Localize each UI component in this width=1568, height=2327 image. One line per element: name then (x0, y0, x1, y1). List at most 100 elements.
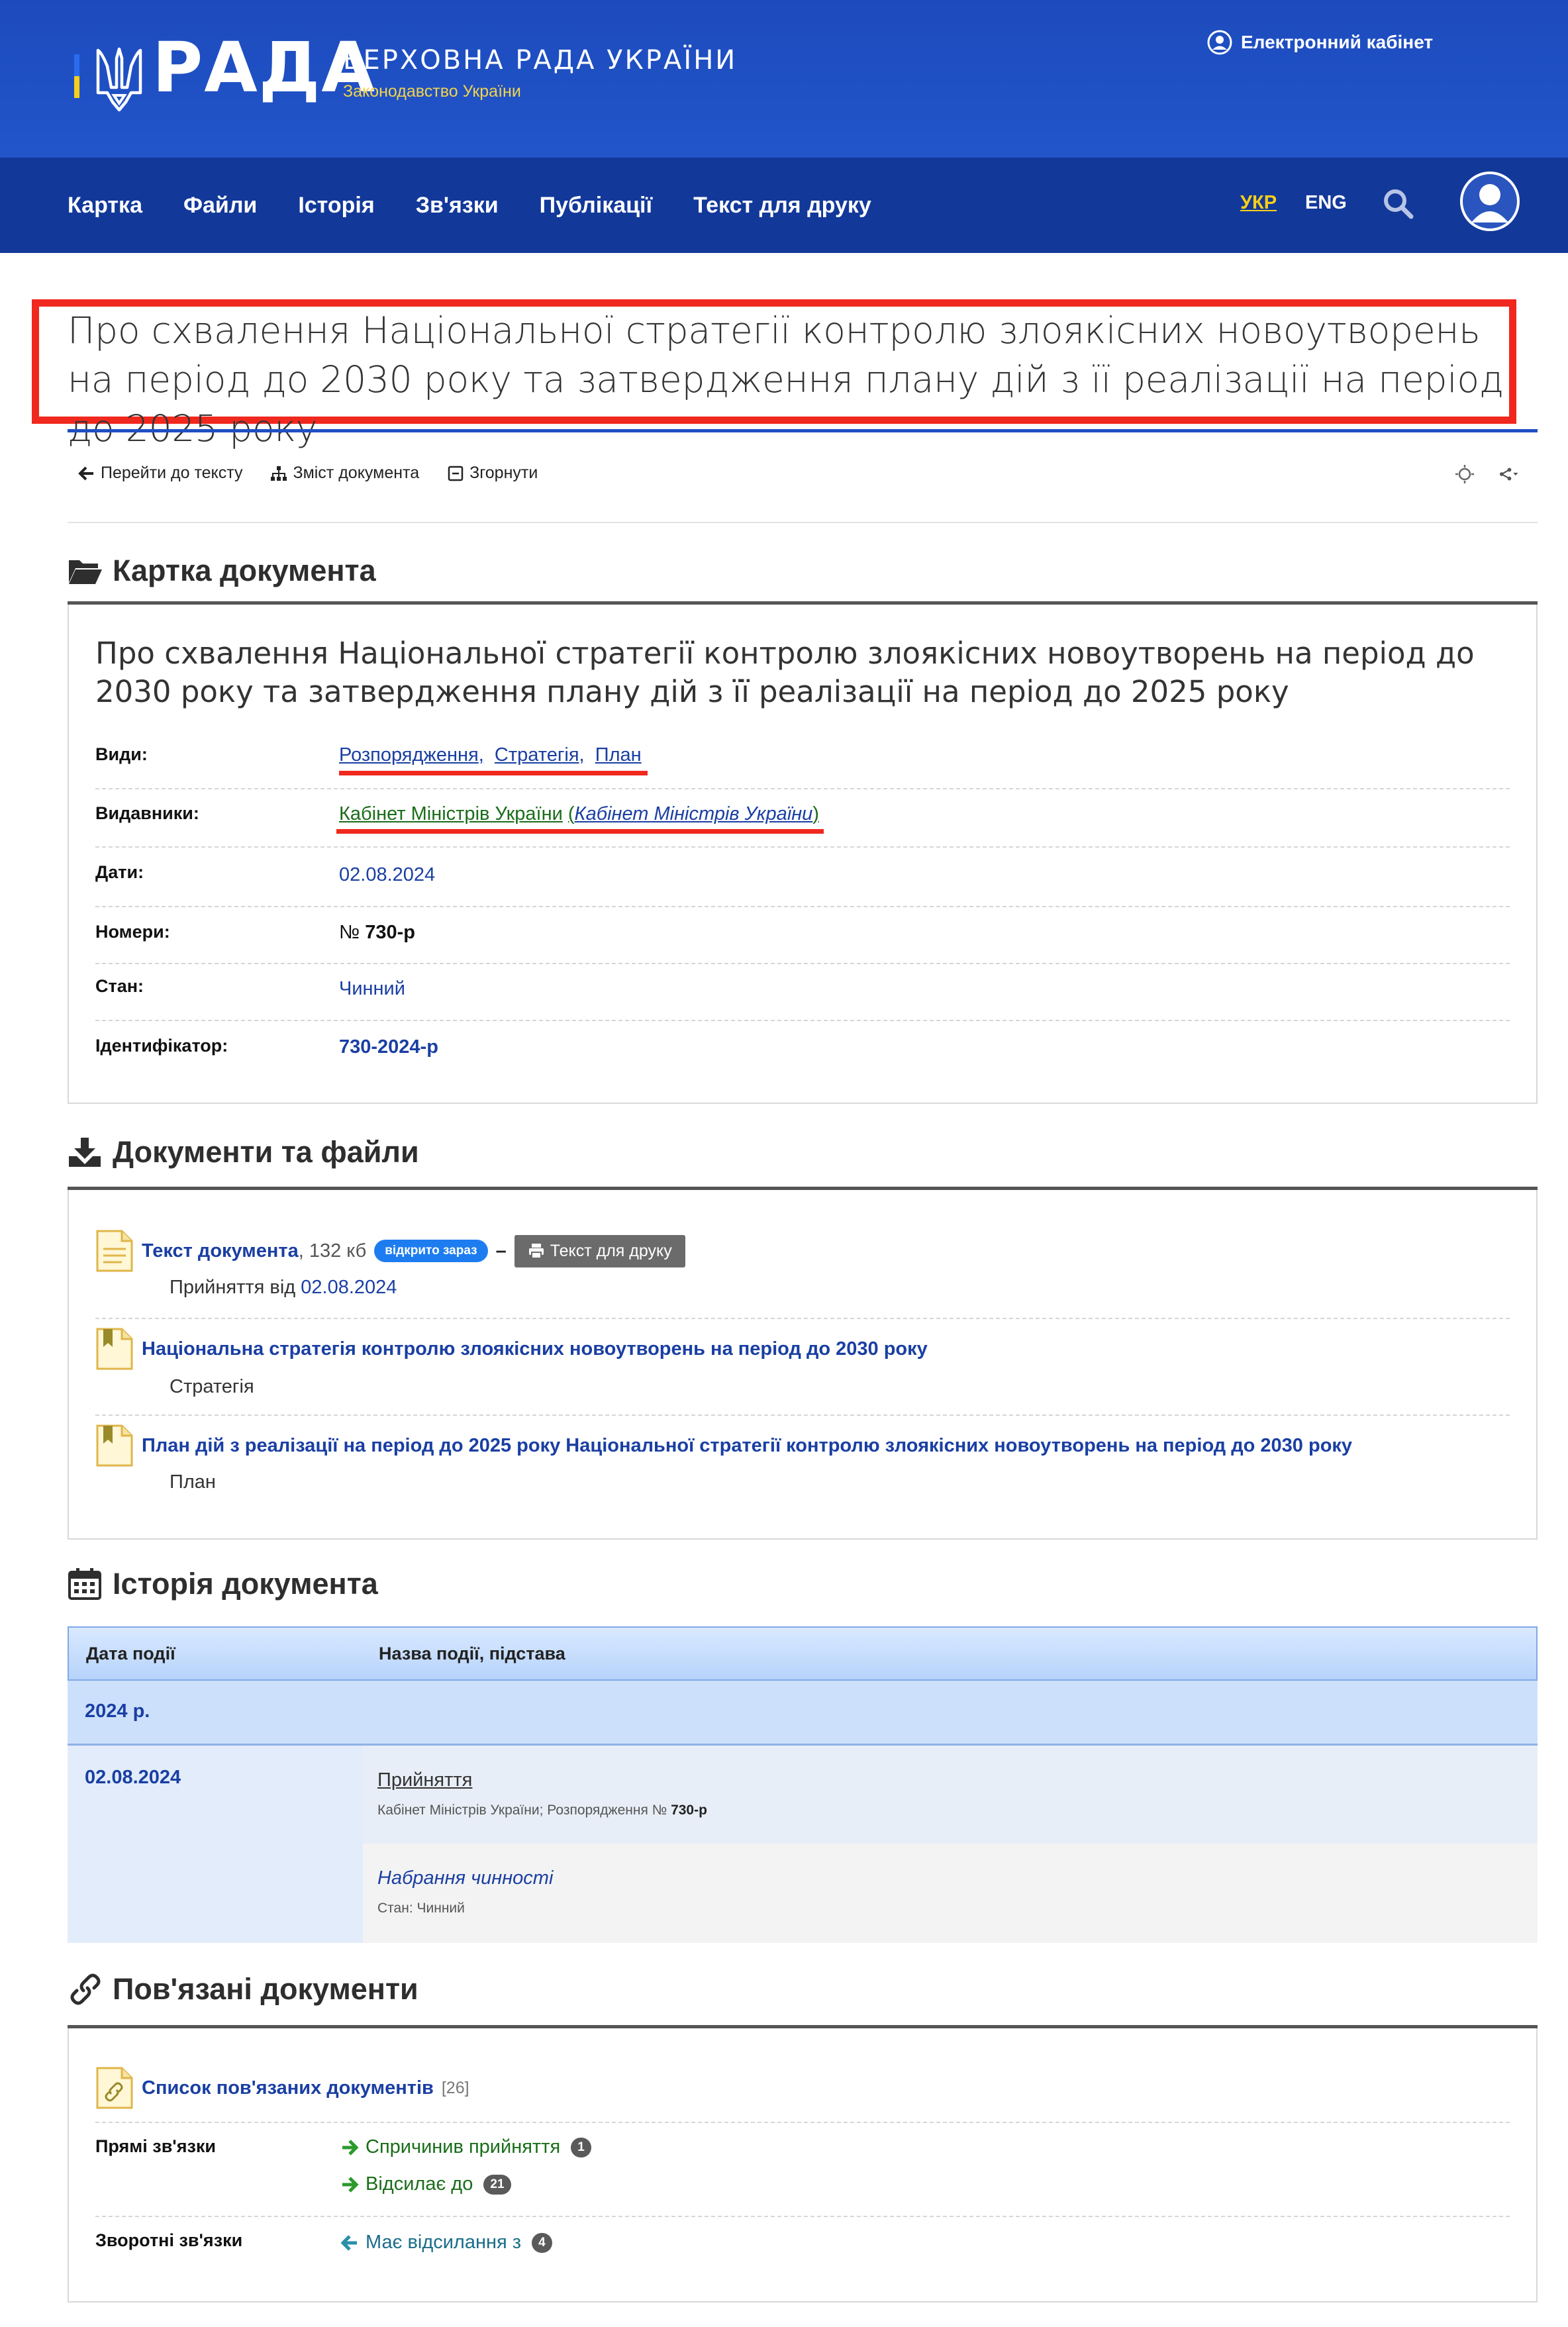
nav-print[interactable]: Текст для друку (693, 193, 871, 219)
type-link-plan[interactable]: План (595, 744, 642, 766)
opened-badge: відкрито зараз (374, 1240, 488, 1262)
nav-history[interactable]: Історія (298, 193, 374, 219)
publishers-value: Кабінет Міністрів України (Кабінет Мініс… (339, 803, 819, 825)
arrow-left-icon (78, 466, 93, 480)
number-value: № 730-р (339, 922, 415, 944)
history-event-entry-into-force: Набрання чинності Стан: Чинний (363, 1844, 1538, 1943)
event-adoption-link[interactable]: Прийняття (377, 1769, 472, 1791)
event-adoption-meta-text: Кабінет Міністрів України; Розпорядження… (377, 1803, 667, 1818)
col-date: Дата події (86, 1644, 175, 1663)
publisher-link[interactable]: Кабінет Міністрів України (339, 803, 563, 824)
status-value[interactable]: Чинний (339, 978, 405, 1000)
link-icon (70, 1973, 101, 2005)
cabinet-link[interactable]: Електронний кабінет (1206, 29, 1433, 56)
count-badge: 21 (483, 2174, 511, 2195)
arrow-right-icon (342, 2176, 359, 2193)
contents-label: Зміст документа (293, 464, 420, 482)
nav-card[interactable]: Картка (68, 193, 142, 219)
bookmark-document-icon[interactable] (95, 1424, 134, 1467)
link-document-icon[interactable] (95, 2066, 134, 2110)
nav-files[interactable]: Файли (183, 193, 257, 219)
identifier-value[interactable]: 730-2024-р (339, 1036, 438, 1058)
paren-open: ( (567, 803, 575, 824)
file-link-text[interactable]: Текст документа (142, 1240, 299, 1262)
direct-link-caused[interactable]: Спричинив прийняття 1 (340, 2136, 591, 2158)
go-to-text-label: Перейти до тексту (101, 464, 243, 482)
red-underline (336, 829, 824, 834)
numbers-label: Номери: (95, 922, 170, 942)
collapse-label: Згорнути (469, 464, 538, 482)
card-doc-title: Про схвалення Національної стратегії кон… (95, 636, 1475, 709)
doc-toolbar: Перейти до тексту Зміст документа Згорну… (78, 464, 565, 483)
print-button[interactable]: Текст для друку (514, 1234, 685, 1267)
arrow-right-icon (342, 2139, 359, 2155)
row-divider (95, 1318, 1510, 1319)
red-underline (339, 771, 648, 775)
publishers-label: Видавники: (95, 803, 199, 823)
file-link-strategy[interactable]: Національна стратегія контролю злоякісни… (142, 1338, 928, 1360)
event-force-link[interactable]: Набрання чинності (377, 1867, 553, 1889)
number-prefix: № (339, 922, 360, 943)
adoption-prefix: Прийняття від (170, 1277, 296, 1298)
org-subtitle[interactable]: Законодавство України (343, 82, 521, 101)
related-list-item: Список пов'язаних документів [26] (95, 2066, 469, 2110)
nav-publications[interactable]: Публікації (540, 193, 652, 219)
col-event: Назва події, підстава (379, 1644, 565, 1663)
user-circle-icon (1207, 30, 1232, 55)
bookmark-document-icon[interactable] (95, 1327, 134, 1371)
date-value[interactable]: 02.08.2024 (339, 864, 435, 886)
lang-ukr[interactable]: УКР (1240, 192, 1277, 214)
reverse-link-has-refs[interactable]: Має відсилання з 4 (340, 2232, 552, 2253)
title-divider (68, 429, 1538, 432)
contents-button[interactable]: Зміст документа (270, 464, 419, 483)
direct-link-refers[interactable]: Відсилає до 21 (340, 2173, 511, 2195)
row-divider (95, 963, 1510, 964)
publisher-alt-link[interactable]: Кабінет Міністрів України (575, 803, 813, 824)
file-sub-plan: План (170, 1471, 216, 1493)
count-badge: 1 (571, 2137, 591, 2157)
nav-links[interactable]: Зв'язки (416, 193, 499, 219)
go-to-text-button[interactable]: Перейти до тексту (78, 464, 242, 483)
row-divider (95, 2216, 1510, 2217)
type-link-strategy[interactable]: Стратегія (495, 744, 579, 766)
file-size: , 132 кб (298, 1240, 367, 1262)
document-icon[interactable] (95, 1229, 134, 1273)
lang-eng[interactable]: ENG (1305, 192, 1347, 214)
brightness-icon[interactable] (1454, 464, 1475, 485)
row-divider (95, 2122, 1510, 2123)
number-text: 730-р (365, 922, 415, 943)
file-sub-text: Прийняття від 02.08.2024 (170, 1277, 397, 1299)
folder-open-icon (69, 560, 102, 584)
reverse-link-label: Має відсилання з (366, 2232, 522, 2253)
history-event-adoption: Прийняття Кабінет Міністрів України; Роз… (363, 1746, 1538, 1844)
collapse-button[interactable]: Згорнути (447, 464, 538, 483)
share-icon[interactable] (1498, 464, 1519, 485)
file-item-text: Текст документа, 132 кб відкрито зараз –… (95, 1229, 685, 1273)
avatar-icon[interactable] (1459, 171, 1520, 232)
arrow-left-icon (340, 2234, 357, 2251)
comma: , (579, 744, 585, 766)
search-icon[interactable] (1381, 187, 1414, 220)
cabinet-label: Електронний кабінет (1241, 32, 1434, 52)
trident-icon[interactable] (94, 46, 144, 113)
file-link-plan[interactable]: План дій з реалізації на період до 2025 … (142, 1435, 1352, 1457)
org-title[interactable]: ВЕРХОВНА РАДА УКРАЇНИ (343, 45, 737, 75)
history-heading: Історія документа (68, 1567, 378, 1601)
row-divider (95, 788, 1510, 789)
main-nav: Картка Файли Історія Зв'язки Публікації … (0, 158, 1568, 253)
history-year: 2024 р. (85, 1701, 150, 1722)
flag-icon (74, 54, 79, 98)
related-list-link[interactable]: Список пов'язаних документів (142, 2077, 434, 2099)
file-sub-strategy: Стратегія (170, 1376, 254, 1397)
history-year-row: 2024 р. (68, 1681, 1538, 1746)
adoption-date-link[interactable]: 02.08.2024 (301, 1277, 397, 1298)
types-label: Види: (95, 744, 148, 764)
type-link-order[interactable]: Розпорядження (339, 744, 479, 766)
card-heading-label: Картка документа (113, 554, 376, 587)
history-date[interactable]: 02.08.2024 (85, 1767, 181, 1789)
calendar-icon (68, 1568, 101, 1600)
row-divider (95, 1414, 1510, 1416)
related-list-count: [26] (441, 2078, 469, 2097)
print-label: Текст для друку (550, 1241, 672, 1260)
direct-links-label: Прямі зв'язки (95, 2136, 216, 2156)
